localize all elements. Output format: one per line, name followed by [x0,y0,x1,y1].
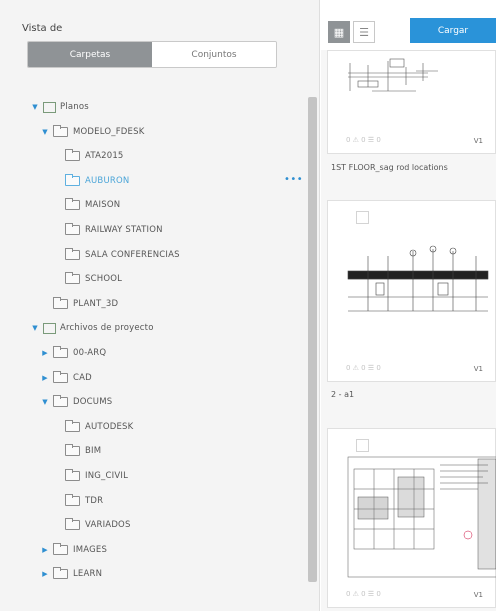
tree-item-label: Planos [60,102,89,112]
chevron-down-icon[interactable]: ▼ [30,324,40,332]
folder-icon [65,272,80,285]
file-card[interactable]: 0 ⚠ 0 ☰ 0 V1 [327,200,496,382]
more-dots-icon[interactable]: ••• [284,174,303,185]
folder-icon [65,469,80,481]
tree-item-label: MAISON [85,200,121,211]
tree-item-label: MODELO_FDESK [73,126,145,137]
folder-icon [53,370,68,383]
tree-item-label: DOCUMS [73,397,113,408]
tree-item[interactable]: BIM [52,441,101,461]
tree-item[interactable]: ▶ 00-ARQ [40,343,106,363]
upload-button[interactable]: Cargar [410,18,496,43]
folder-icon [53,395,68,408]
drawing-thumbnail [347,456,496,578]
tree-item[interactable]: ▼ Archivos de proyecto [30,318,154,338]
tree-item[interactable]: ▶ IMAGES [40,540,107,560]
card-stats: 0 ⚠ 0 ☰ 0 [346,590,381,598]
folder-icon [65,149,80,162]
drawing-thumbnail [347,245,489,312]
card-stats: 0 ⚠ 0 ☰ 0 [346,136,381,144]
version-badge: V1 [473,137,483,145]
tree-item-label: TDR [85,495,104,506]
folder-icon [53,124,68,137]
folder-icon [65,444,80,457]
grid-view-icon[interactable]: ▦ [328,21,350,43]
tree-item-label: AUTODESK [85,421,134,432]
file-name[interactable]: 2 - a1 [331,390,354,399]
tree-item[interactable]: ▶ CAD [40,368,92,388]
view-toggle: Carpetas Conjuntos [27,41,277,68]
view-title: Vista de [22,23,63,34]
file-name[interactable]: 1ST FLOOR_sag rod locations [331,163,448,172]
tree-item-label: VARIADOS [85,520,131,531]
chevron-right-icon[interactable]: ▶ [40,546,50,554]
folder-browser-panel: Vista de Carpetas Conjuntos ▼ Planos ▼ MODE… [0,0,320,611]
tree-item[interactable]: SCHOOL [52,269,122,289]
tree-item-label: Archivos de proyecto [60,323,154,334]
tree-item-label: PLANT_3D [73,298,119,309]
drawing-thumbnail [348,58,438,92]
version-badge: V1 [473,365,483,373]
tree-item-label: CAD [73,372,92,383]
chevron-down-icon[interactable]: ▼ [40,128,50,136]
folder-icon [53,296,68,309]
folder-icon [65,493,80,506]
folder-icon [65,173,80,186]
tree-scrollbar[interactable] [308,97,317,582]
tree-item[interactable]: ATA2015 [52,146,124,166]
chevron-right-icon[interactable]: ▶ [40,374,50,382]
file-grid-panel: ▦ ☰ Cargar 0 ⚠ 0 ☰ 0 V1 1ST FLOOR_sag ro… [321,0,496,611]
folder-icon [53,346,68,358]
list-view-icon[interactable]: ☰ [353,21,375,43]
folder-icon [53,542,68,555]
tree-item-label: IMAGES [73,544,108,555]
tree-item-label: BIM [85,446,102,457]
project-folder-icon [43,101,56,113]
tree-item[interactable]: ▼ MODELO_FDESK [40,122,145,142]
version-badge: V1 [473,591,483,599]
chevron-right-icon[interactable]: ▶ [40,570,50,578]
tree-item-label: SALA CONFERENCIAS [85,249,180,260]
chevron-down-icon[interactable]: ▼ [30,103,40,111]
tree-item[interactable]: ING_CIVIL [52,466,128,486]
chevron-right-icon[interactable]: ▶ [40,349,50,357]
tree-item-label: ING_CIVIL [85,471,129,481]
tree-item[interactable]: ▶ LEARN [40,564,102,584]
tree-item[interactable]: SALA CONFERENCIAS [52,245,180,265]
folder-icon [53,567,68,580]
folder-icon [65,198,80,211]
tree-item-label: ATA2015 [85,151,124,162]
folder-icon [65,419,80,432]
tree-item-label: RAILWAY STATION [85,225,163,235]
sets-tab[interactable]: Conjuntos [152,42,276,67]
card-stats: 0 ⚠ 0 ☰ 0 [346,364,381,372]
folder-icon [65,223,80,235]
tree-item[interactable]: VARIADOS [52,515,131,535]
tree-item[interactable]: AUTODESK [52,417,133,437]
tree-item-label: LEARN [73,569,103,580]
tree-item-label: AUBURON [85,175,130,186]
tree-item-label: SCHOOL [85,274,123,285]
tree-item[interactable]: ▼ DOCUMS [40,392,112,412]
folders-tab[interactable]: Carpetas [28,42,152,67]
tree-item[interactable]: AUBURON [52,171,129,191]
tree-item[interactable]: PLANT_3D [40,294,118,314]
toolbar: ▦ ☰ Cargar [321,0,496,50]
folder-icon [65,247,80,260]
tree-item[interactable]: ▼ Planos [30,97,89,117]
tree-item[interactable]: TDR [52,491,103,511]
tree-item[interactable]: MAISON [52,195,120,215]
file-card[interactable]: 0 ⚠ 0 ☰ 0 V1 [327,50,496,154]
file-card[interactable]: 0 ⚠ 0 ☰ 0 V1 [327,428,496,608]
tree-item[interactable]: RAILWAY STATION [52,220,163,240]
folder-icon [65,518,80,531]
tree-item-label: 00-ARQ [73,348,107,358]
chevron-down-icon[interactable]: ▼ [40,398,50,406]
project-folder-icon [43,322,56,334]
